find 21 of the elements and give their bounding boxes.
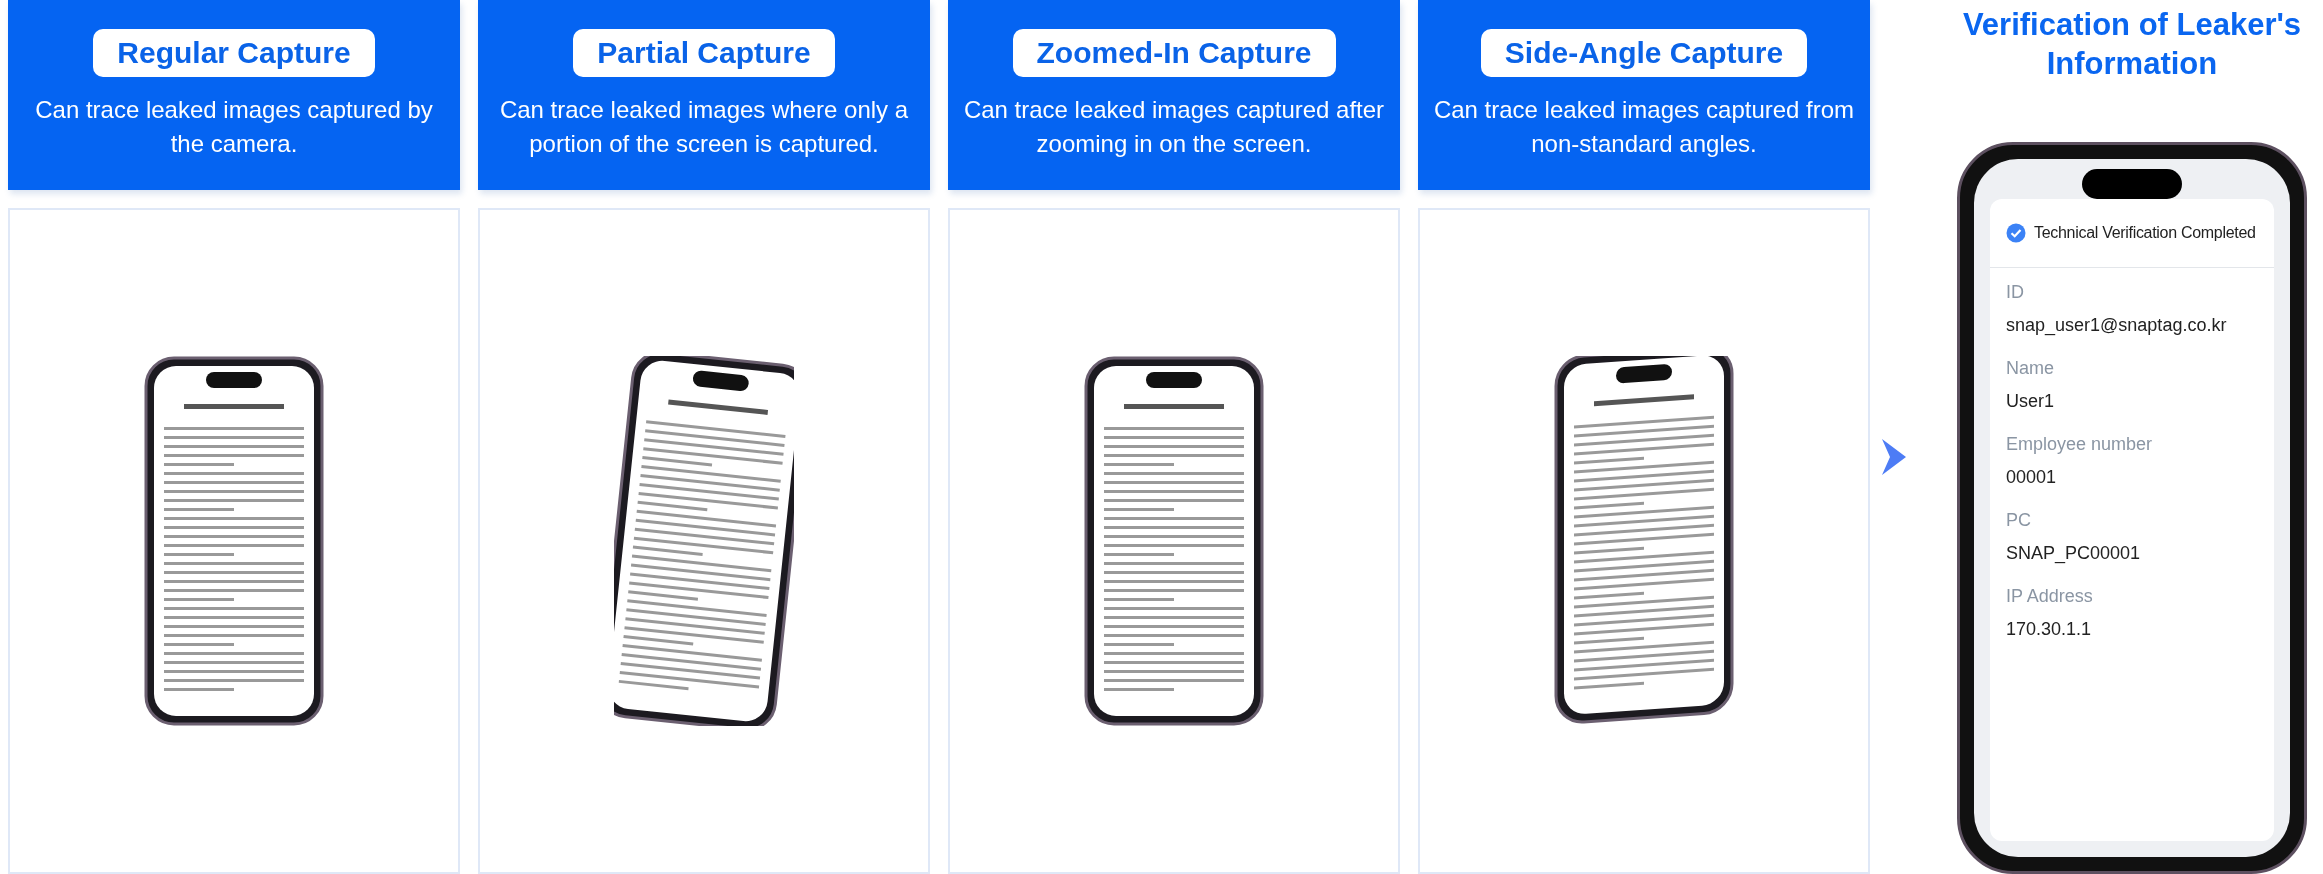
capture-description: Can trace leaked images where only a portion of the screen is captured. [498, 95, 910, 159]
capture-title: Partial Capture [573, 29, 835, 78]
result-title: Verification of Leaker's Information [1962, 6, 2302, 83]
field-label: ID [2006, 281, 2025, 303]
status-text: Technical Verification Completed [2034, 223, 2256, 242]
capture-title: Zoomed-In Capture [1012, 29, 1336, 78]
capture-description: Can trace leaked images captured after zooming in on the screen. [962, 95, 1386, 159]
field-value: SNAP_PC00001 [2006, 542, 2142, 564]
field-value: 170.30.1.1 [2006, 618, 2093, 640]
verified-badge-icon [2006, 222, 2026, 243]
capture-title: Side-Angle Capture [1480, 29, 1808, 78]
field-value: 00001 [2006, 466, 2058, 488]
field-label: Employee number [2006, 433, 2154, 455]
field-label: PC [2006, 509, 2032, 531]
field-value: snap_user1@snaptag.co.kr [2006, 314, 2228, 336]
capture-description: Can trace leaked images captured by the camera. [34, 95, 434, 159]
capture-description: Can trace leaked images captured from non-standard angles. [1432, 95, 1856, 159]
field-value: User1 [2006, 390, 2055, 412]
field-label: Name [2006, 357, 2055, 379]
capture-title: Regular Capture [93, 29, 375, 78]
field-label: IP Address [2006, 585, 2094, 607]
